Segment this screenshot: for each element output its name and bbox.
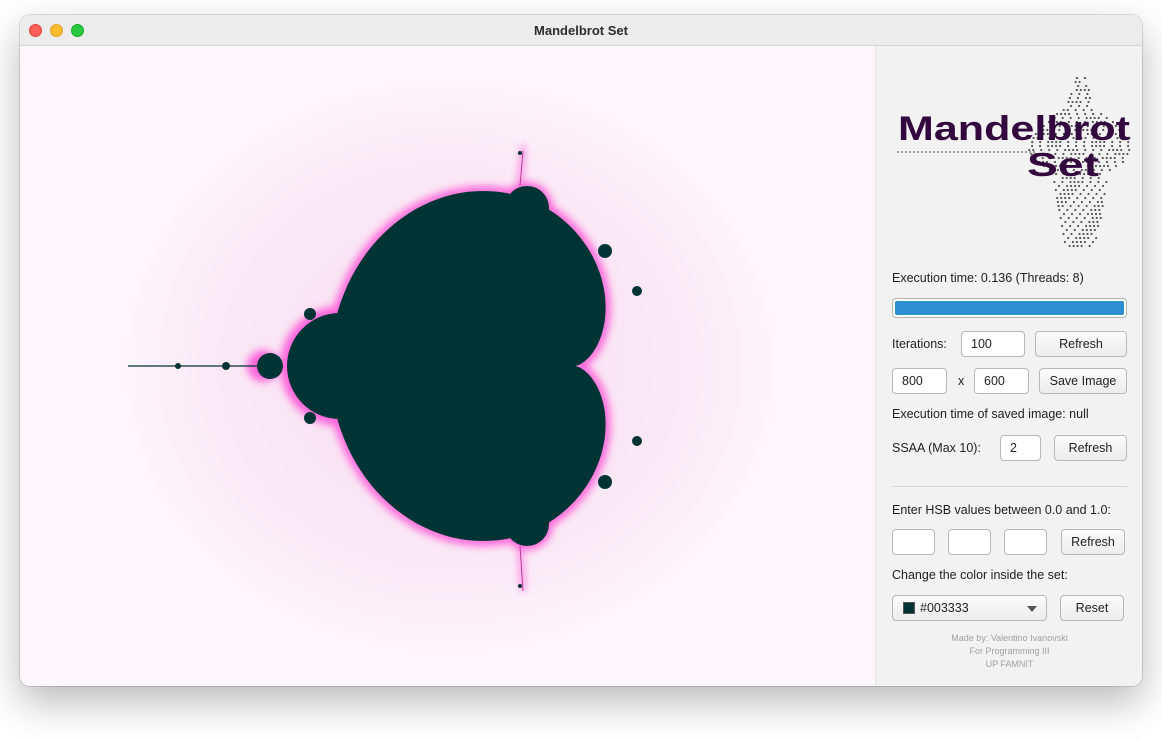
dimension-x-label: x (958, 374, 965, 388)
brightness-input[interactable] (1004, 529, 1047, 555)
chevron-down-icon (1027, 606, 1037, 612)
ssaa-refresh-button[interactable]: Refresh (1054, 435, 1127, 461)
period-8-bulb (222, 362, 230, 370)
reset-color-button[interactable]: Reset (1060, 595, 1124, 621)
ssaa-label: SSAA (Max 10): (892, 441, 981, 455)
color-value: #003333 (920, 601, 969, 615)
p2-lower-bulb (304, 412, 316, 424)
upper-left-bulb (437, 234, 455, 252)
mandelbrot-canvas[interactable] (20, 46, 875, 686)
ssaa-input[interactable]: 2 (1000, 435, 1041, 461)
credits-institution: UP FAMNIT (985, 659, 1034, 669)
period-2-bulb (287, 313, 393, 419)
iterations-label: Iterations: (892, 337, 947, 351)
save-image-button[interactable]: Save Image (1039, 368, 1127, 394)
section-divider (892, 486, 1127, 487)
period-4-bulb (257, 353, 283, 379)
right-upper-bulb (632, 286, 642, 296)
title-bar: Mandelbrot Set (20, 15, 1142, 46)
logo-text-line1: Mandelbrot (898, 110, 1130, 148)
upper-right-bulb (598, 244, 612, 258)
top-minibrot (518, 151, 522, 155)
iterations-input[interactable]: 100 (961, 331, 1025, 357)
saturation-input[interactable] (948, 529, 991, 555)
hsb-instructions-label: Enter HSB values between 0.0 and 1.0: (892, 503, 1111, 517)
saved-execution-time-label: Execution time of saved image: null (892, 407, 1089, 421)
bottom-bulb (505, 502, 549, 546)
credits-author: Made by: Valentino Ivanovski (951, 633, 1068, 643)
control-panel: Mandelbrot Set Execution time: 0.136 (Th… (875, 46, 1142, 686)
hue-input[interactable] (892, 529, 935, 555)
inside-color-label: Change the color inside the set: (892, 568, 1068, 582)
minibrot (175, 363, 181, 369)
mandelbrot-render (120, 76, 780, 656)
iterations-refresh-button[interactable]: Refresh (1035, 331, 1127, 357)
app-window: Mandelbrot Set Mandelbrot Set Execution … (20, 15, 1142, 686)
image-width-input[interactable]: 800 (892, 368, 947, 394)
right-lower-bulb (632, 436, 642, 446)
image-height-input[interactable]: 600 (974, 368, 1029, 394)
lower-right-bulb (598, 475, 612, 489)
progress-bar-fill (895, 301, 1124, 315)
lower-left-bulb (437, 480, 455, 498)
hsb-refresh-button[interactable]: Refresh (1061, 529, 1125, 555)
progress-bar (892, 298, 1127, 318)
credits: Made by: Valentino Ivanovski For Program… (876, 632, 1142, 671)
p2-upper-bulb (304, 308, 316, 320)
inside-color-picker[interactable]: #003333 (892, 595, 1047, 621)
mandelbrot-logo: Mandelbrot Set (897, 76, 1131, 248)
bottom-minibrot (518, 584, 522, 588)
top-bulb (505, 186, 549, 230)
execution-time-label: Execution time: 0.136 (Threads: 8) (892, 271, 1084, 285)
credits-course: For Programming III (969, 646, 1050, 656)
color-swatch (903, 602, 915, 614)
logo-text-line2: Set (1027, 146, 1099, 183)
window-title: Mandelbrot Set (534, 23, 628, 38)
